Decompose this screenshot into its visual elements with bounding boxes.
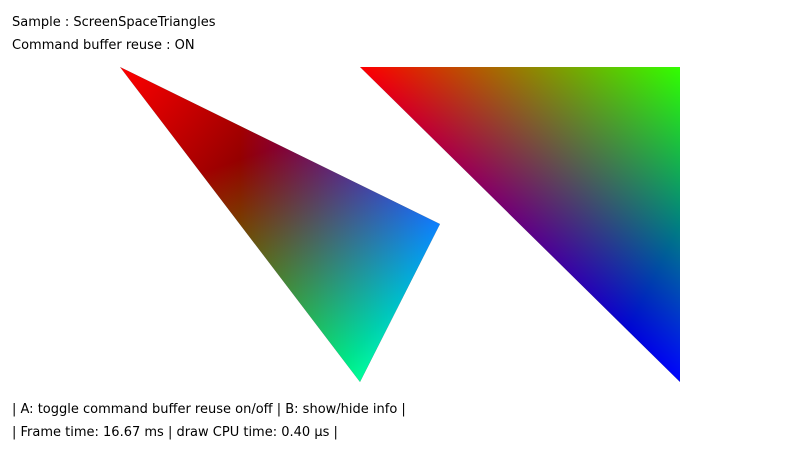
render-canvas <box>120 67 680 382</box>
triangle-right <box>360 67 680 382</box>
command-buffer-reuse-status: Command buffer reuse : ON <box>12 38 195 53</box>
frame-timing-text: | Frame time: 16.67 ms | draw CPU time: … <box>12 425 338 440</box>
sample-name-label: Sample : ScreenSpaceTriangles <box>12 15 216 30</box>
triangle-left <box>120 67 440 382</box>
controls-help-text: | A: toggle command buffer reuse on/off … <box>12 402 406 417</box>
